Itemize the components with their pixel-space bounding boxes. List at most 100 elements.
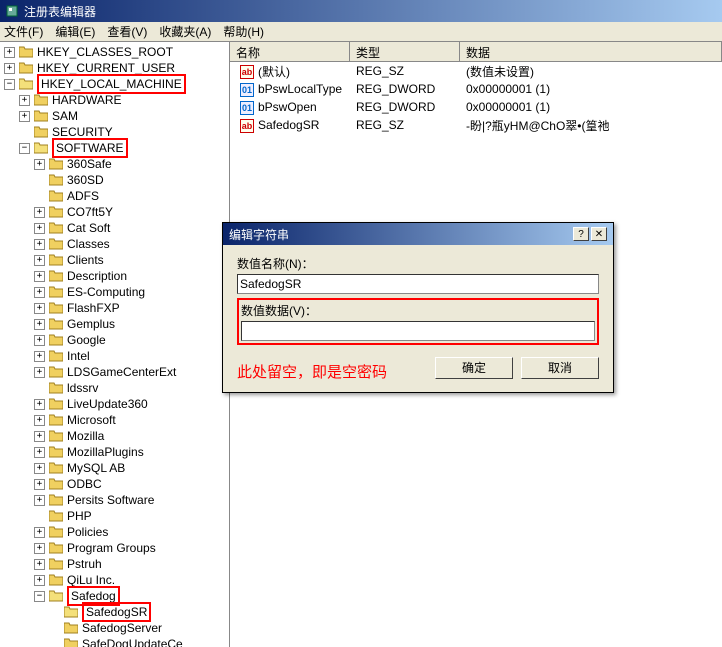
tree-label[interactable]: MozillaPlugins — [67, 444, 144, 460]
expander-icon[interactable]: + — [34, 479, 45, 490]
tree-item[interactable]: ldssrv — [0, 380, 229, 396]
tree-label[interactable]: SAM — [52, 108, 78, 124]
close-button[interactable]: ✕ — [591, 227, 607, 241]
tree-label[interactable]: FlashFXP — [67, 300, 120, 316]
tree-item[interactable]: SafeDogUpdateCe — [0, 636, 229, 647]
tree-label[interactable]: Persits Software — [67, 492, 154, 508]
list-row[interactable]: 01bPswOpen REG_DWORD 0x00000001 (1) — [230, 98, 722, 116]
tree-label[interactable]: HKEY_CLASSES_ROOT — [37, 44, 173, 60]
tree-item[interactable]: + LDSGameCenterExt — [0, 364, 229, 380]
tree-item[interactable]: + Program Groups — [0, 540, 229, 556]
tree-item[interactable]: + Description — [0, 268, 229, 284]
expander-icon[interactable]: + — [4, 63, 15, 74]
tree-item[interactable]: + ES-Computing — [0, 284, 229, 300]
expander-icon[interactable]: + — [34, 351, 45, 362]
expander-icon[interactable]: + — [34, 415, 45, 426]
expander-icon[interactable]: + — [34, 159, 45, 170]
expander-icon[interactable]: + — [19, 95, 30, 106]
ok-button[interactable]: 确定 — [435, 357, 513, 379]
tree-item[interactable]: −SOFTWARE — [0, 140, 229, 156]
tree-item[interactable]: + Intel — [0, 348, 229, 364]
tree-label[interactable]: CO7ft5Y — [67, 204, 113, 220]
tree-item[interactable]: + MySQL AB — [0, 460, 229, 476]
expander-icon[interactable]: + — [34, 431, 45, 442]
cancel-button[interactable]: 取消 — [521, 357, 599, 379]
col-header-name[interactable]: 名称 — [230, 42, 350, 61]
tree-label[interactable]: LiveUpdate360 — [67, 396, 148, 412]
expander-icon[interactable]: − — [34, 591, 45, 602]
tree-label[interactable]: MySQL AB — [67, 460, 125, 476]
expander-icon[interactable]: + — [34, 319, 45, 330]
tree-item[interactable]: +CO7ft5Y — [0, 204, 229, 220]
expander-icon[interactable]: + — [34, 495, 45, 506]
tree-item[interactable]: +MozillaPlugins — [0, 444, 229, 460]
tree-label[interactable]: Intel — [67, 348, 90, 364]
expander-icon[interactable]: + — [34, 223, 45, 234]
tree-item[interactable]: + Cat Soft — [0, 220, 229, 236]
tree-item[interactable]: ADFS — [0, 188, 229, 204]
menu-file[interactable]: 文件(F) — [4, 23, 43, 40]
tree-item[interactable]: + Gemplus — [0, 316, 229, 332]
tree-item[interactable]: + Persits Software — [0, 492, 229, 508]
tree-item[interactable]: +360Safe — [0, 156, 229, 172]
tree-item[interactable]: +ODBC — [0, 476, 229, 492]
help-button[interactable]: ? — [573, 227, 589, 241]
expander-icon[interactable]: + — [4, 47, 15, 58]
tree-label[interactable]: Policies — [67, 524, 108, 540]
expander-icon[interactable]: + — [34, 303, 45, 314]
tree-item[interactable]: +Policies — [0, 524, 229, 540]
menu-edit[interactable]: 编辑(E) — [55, 23, 95, 40]
tree-label[interactable]: Description — [67, 268, 127, 284]
tree-label[interactable]: Microsoft — [67, 412, 116, 428]
tree-item[interactable]: + SAM — [0, 108, 229, 124]
tree-item[interactable]: + HKEY_CLASSES_ROOT — [0, 44, 229, 60]
list-row[interactable]: ab(默认) REG_SZ (数值未设置) — [230, 62, 722, 80]
tree-label[interactable]: LDSGameCenterExt — [67, 364, 176, 380]
tree-item[interactable]: + Microsoft — [0, 412, 229, 428]
tree-label[interactable]: ldssrv — [67, 380, 98, 396]
list-row[interactable]: abSafedogSR REG_SZ -盼|?瓶yHM@ChO翠•(篁祂 — [230, 116, 722, 134]
tree-item[interactable]: PHP — [0, 508, 229, 524]
value-name-field[interactable] — [237, 274, 599, 294]
expander-icon[interactable]: + — [34, 255, 45, 266]
col-header-data[interactable]: 数据 — [460, 42, 722, 61]
col-header-type[interactable]: 类型 — [350, 42, 460, 61]
tree-item[interactable]: SafedogSR — [0, 604, 229, 620]
list-row[interactable]: 01bPswLocalType REG_DWORD 0x00000001 (1) — [230, 80, 722, 98]
tree-label[interactable]: Gemplus — [67, 316, 115, 332]
tree-label[interactable]: ADFS — [67, 188, 99, 204]
tree-item[interactable]: + Mozilla — [0, 428, 229, 444]
menu-help[interactable]: 帮助(H) — [223, 23, 264, 40]
expander-icon[interactable]: + — [34, 399, 45, 410]
expander-icon[interactable]: + — [34, 367, 45, 378]
tree-label[interactable]: PHP — [67, 508, 92, 524]
tree-label[interactable]: 360SD — [67, 172, 104, 188]
expander-icon[interactable]: + — [34, 543, 45, 554]
tree-item[interactable]: +Google — [0, 332, 229, 348]
tree-label[interactable]: SafedogServer — [82, 620, 162, 636]
tree-item[interactable]: 360SD — [0, 172, 229, 188]
tree-item[interactable]: SafedogServer — [0, 620, 229, 636]
tree-item[interactable]: +Classes — [0, 236, 229, 252]
expander-icon[interactable]: + — [34, 463, 45, 474]
tree-label[interactable]: SafedogSR — [82, 602, 151, 622]
expander-icon[interactable]: + — [34, 287, 45, 298]
tree-pane[interactable]: +HKEY_CLASSES_ROOT+HKEY_CURRENT_USER−HKE… — [0, 42, 230, 647]
tree-label[interactable]: Google — [67, 332, 106, 348]
expander-icon[interactable]: + — [19, 111, 30, 122]
expander-icon[interactable]: + — [34, 559, 45, 570]
tree-label[interactable]: 360Safe — [67, 156, 112, 172]
tree-label[interactable]: Mozilla — [67, 428, 104, 444]
expander-icon[interactable]: + — [34, 575, 45, 586]
tree-label[interactable]: Program Groups — [67, 540, 156, 556]
tree-label[interactable]: SafeDogUpdateCe — [82, 636, 183, 647]
tree-item[interactable]: + LiveUpdate360 — [0, 396, 229, 412]
tree-item[interactable]: −HKEY_LOCAL_MACHINE — [0, 76, 229, 92]
tree-label[interactable]: HKEY_LOCAL_MACHINE — [37, 74, 186, 94]
tree-label[interactable]: SOFTWARE — [52, 138, 128, 158]
tree-label[interactable]: ES-Computing — [67, 284, 145, 300]
tree-label[interactable]: HARDWARE — [52, 92, 122, 108]
expander-icon[interactable]: + — [34, 271, 45, 282]
tree-label[interactable]: Cat Soft — [67, 220, 110, 236]
value-data-field[interactable] — [241, 321, 595, 341]
